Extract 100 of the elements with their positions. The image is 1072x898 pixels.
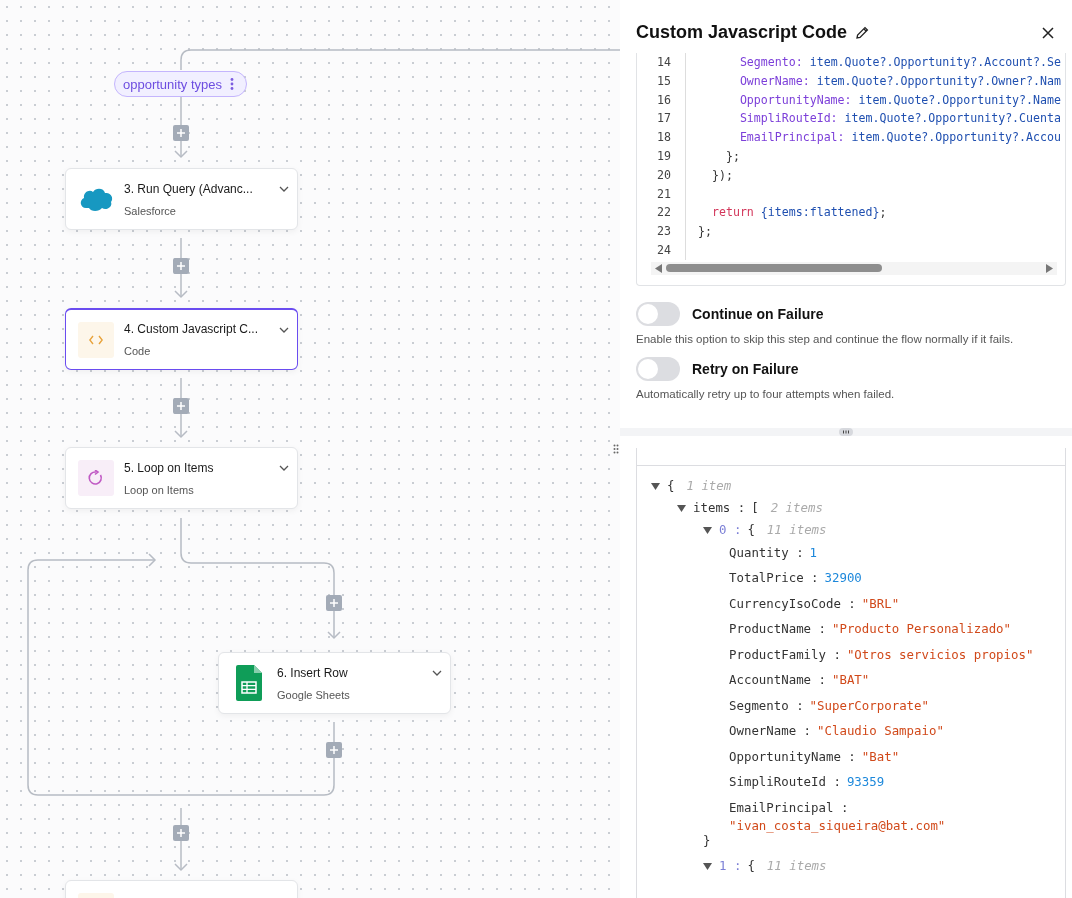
json-value: "BAT" bbox=[832, 672, 870, 688]
chevron-down-icon[interactable] bbox=[432, 670, 442, 676]
json-key: Segmento : bbox=[729, 697, 804, 713]
branch-label[interactable]: opportunity types bbox=[114, 71, 247, 97]
step-app-name: Code bbox=[124, 345, 151, 357]
toggle-switch[interactable] bbox=[636, 301, 680, 326]
caret-icon[interactable] bbox=[703, 862, 712, 870]
option-label: Continue on Failure bbox=[692, 305, 824, 322]
item-count: 11 items bbox=[766, 857, 827, 873]
more-options-icon[interactable] bbox=[230, 78, 234, 90]
json-value: "Claudio Sampaio" bbox=[817, 723, 944, 739]
json-key: 1 : bbox=[719, 857, 742, 873]
step-title: 6. Insert Row bbox=[277, 665, 348, 681]
panel-title: Custom Javascript Code bbox=[636, 22, 848, 43]
loop-icon bbox=[78, 460, 114, 496]
json-key: OpportunityName : bbox=[729, 748, 856, 764]
code-line: return {items:flattened}; bbox=[710, 204, 887, 222]
chevron-down-icon[interactable] bbox=[279, 186, 289, 192]
json-key: Quantity : bbox=[729, 544, 804, 560]
line-number: 16 bbox=[637, 90, 686, 110]
json-value: "Producto Personalizado" bbox=[832, 621, 1012, 637]
connector-arrow bbox=[174, 807, 188, 872]
json-value: "ivan_costa_siqueira@bat.com" bbox=[729, 817, 946, 833]
connector-arrow bbox=[174, 237, 188, 299]
drag-handle-icon[interactable] bbox=[613, 444, 619, 454]
json-value: "SuperCorporate" bbox=[809, 697, 929, 713]
code-line: SimpliRouteId: item.Quote?.Opportunity?.Cuenta bbox=[738, 110, 1061, 128]
json-key: TotalPrice : bbox=[729, 570, 819, 586]
json-key: OwnerName : bbox=[729, 723, 812, 739]
chevron-down-icon[interactable] bbox=[279, 327, 289, 333]
line-number: 15 bbox=[637, 71, 686, 91]
close-icon[interactable] bbox=[1042, 26, 1054, 39]
step-app-name: Google Sheets bbox=[277, 688, 350, 701]
line-number: 17 bbox=[637, 109, 686, 129]
plus-icon bbox=[177, 262, 185, 270]
item-count: 2 items bbox=[770, 499, 823, 515]
plus-icon bbox=[177, 829, 185, 837]
code-editor[interactable] bbox=[636, 53, 1066, 286]
line-number: 23 bbox=[637, 222, 686, 241]
caret-icon[interactable] bbox=[651, 482, 660, 490]
plus-icon bbox=[330, 599, 338, 607]
json-key: items : bbox=[693, 499, 746, 515]
cloud-logo-icon bbox=[78, 186, 114, 212]
json-bracket: { bbox=[747, 857, 755, 873]
code-icon bbox=[78, 321, 114, 358]
toggle-switch[interactable] bbox=[636, 356, 680, 381]
step-app-name: Loop on Items bbox=[124, 483, 194, 496]
step-card[interactable]: 4. Custom Javascript C... Code bbox=[65, 308, 298, 370]
json-value: "Bat" bbox=[861, 748, 900, 764]
json-key: ProductFamily : bbox=[729, 646, 841, 662]
json-value: 32900 bbox=[824, 570, 862, 586]
option-label: Retry on Failure bbox=[692, 360, 799, 377]
step-title: 4. Custom Javascript C... bbox=[124, 322, 259, 337]
json-key: 0 : bbox=[719, 521, 742, 537]
connector-arrow bbox=[174, 377, 188, 439]
line-number: 18 bbox=[637, 128, 686, 147]
code-line: }; bbox=[697, 223, 712, 241]
step-title: 3. Run Query (Advanc... bbox=[124, 181, 253, 197]
step-title: 5. Loop on Items bbox=[124, 460, 214, 476]
step-app-name: Salesforce bbox=[124, 204, 176, 217]
json-bracket: [ bbox=[751, 499, 759, 515]
json-bracket: { bbox=[667, 477, 675, 493]
step-card[interactable]: 3. Run Query (Advanc... Salesforce bbox=[65, 168, 298, 230]
caret-icon[interactable] bbox=[677, 504, 686, 512]
spreadsheet-icon bbox=[236, 665, 262, 701]
line-number: 21 bbox=[637, 184, 686, 204]
json-value: "Otros servicios propios" bbox=[846, 646, 1034, 662]
line-number: 14 bbox=[637, 53, 686, 72]
scroll-right-icon[interactable] bbox=[1046, 263, 1053, 273]
code-line: OpportunityName: item.Quote?.Opportunity?.Name bbox=[738, 91, 1061, 109]
option-description: Automatically retry up to four attempts when failed. bbox=[636, 387, 896, 400]
option-description: Enable this option to skip this step and continue the flow normally if it fails. bbox=[636, 332, 1015, 345]
scroll-left-icon[interactable] bbox=[655, 263, 662, 273]
json-key: EmailPrincipal : bbox=[729, 799, 849, 815]
json-key: AccountName : bbox=[729, 672, 826, 688]
json-bracket: } bbox=[703, 832, 711, 848]
horizontal-scrollbar[interactable] bbox=[651, 261, 1057, 275]
plus-icon bbox=[177, 129, 185, 137]
json-key: SimpliRouteId : bbox=[729, 774, 841, 790]
code-line: EmailPrincipal: item.Quote?.Opportunity?.Accou bbox=[738, 129, 1061, 147]
pencil-icon[interactable] bbox=[855, 25, 870, 40]
chevron-down-icon[interactable] bbox=[279, 465, 289, 471]
line-number: 19 bbox=[637, 147, 686, 166]
json-bracket: { bbox=[747, 521, 755, 537]
json-value: 1 bbox=[809, 544, 818, 560]
step-card[interactable]: 6. Insert Row Google Sheets bbox=[218, 652, 451, 714]
json-value: "BRL" bbox=[861, 595, 900, 611]
json-key: ProductName : bbox=[729, 621, 826, 637]
line-number: 24 bbox=[637, 240, 686, 260]
plus-icon bbox=[177, 402, 185, 410]
step-card[interactable]: 5. Loop on Items Loop on Items bbox=[65, 447, 298, 509]
line-number: 22 bbox=[637, 203, 686, 223]
code-line: OwnerName: item.Quote?.Opportunity?.Owner?.Nam bbox=[738, 72, 1061, 90]
code-line: }; bbox=[724, 148, 740, 165]
json-value: 93359 bbox=[846, 774, 885, 790]
drag-handle-icon[interactable] bbox=[839, 427, 853, 436]
json-key: CurrencyIsoCode : bbox=[729, 595, 856, 611]
line-number: 20 bbox=[637, 165, 686, 185]
caret-icon[interactable] bbox=[703, 526, 712, 534]
item-count: 1 item bbox=[686, 477, 732, 493]
